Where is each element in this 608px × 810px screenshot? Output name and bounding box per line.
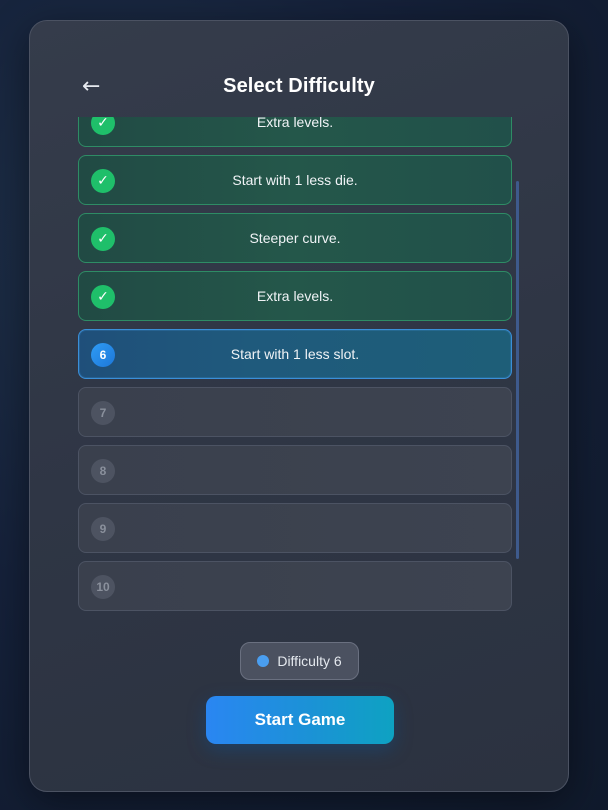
difficulty-panel: ← Select Difficulty ✓ Extra levels. ✓ Start… [29, 20, 569, 792]
status-dot-icon [257, 655, 270, 667]
start-game-button[interactable]: Start Game [206, 696, 394, 744]
difficulty-list[interactable]: ✓ Extra levels. ✓ Start with 1 less die. ✓ St… [78, 117, 514, 618]
difficulty-item-label: Steeper curve. [249, 230, 341, 246]
selected-difficulty-badge: Difficulty 6 [240, 642, 359, 680]
difficulty-item-5[interactable]: ✓ Extra levels. [78, 117, 512, 147]
difficulty-item-label [79, 446, 511, 494]
difficulty-item-label: Extra levels. [256, 288, 334, 304]
difficulty-item-3[interactable]: ✓ Steeper curve. [78, 213, 512, 263]
difficulty-item-label: Start with 1 less die. [232, 172, 358, 188]
scrollbar[interactable] [516, 181, 519, 559]
difficulty-item-label: Extra levels. [256, 117, 334, 130]
difficulty-item-label [79, 388, 511, 436]
difficulty-item-9[interactable]: 9 [78, 503, 512, 553]
difficulty-item-label [79, 562, 511, 610]
difficulty-item-7[interactable]: 7 [78, 387, 512, 437]
difficulty-item-label: Start with 1 less slot. [230, 346, 360, 362]
difficulty-list-content: ✓ Extra levels. ✓ Start with 1 less die. ✓ St… [78, 117, 514, 618]
difficulty-item-6[interactable]: 6 Start with 1 less slot. [78, 329, 512, 379]
difficulty-item-8[interactable]: 8 [78, 445, 512, 495]
selected-difficulty-label: Difficulty 6 [277, 653, 342, 669]
difficulty-item-2[interactable]: ✓ Start with 1 less die. [78, 155, 512, 205]
header: ← Select Difficulty [30, 71, 568, 105]
difficulty-item-10[interactable]: 10 [78, 561, 512, 611]
difficulty-item-4[interactable]: ✓ Extra levels. [78, 271, 512, 321]
difficulty-item-label [79, 504, 511, 552]
page-title: Select Difficulty [223, 75, 375, 97]
